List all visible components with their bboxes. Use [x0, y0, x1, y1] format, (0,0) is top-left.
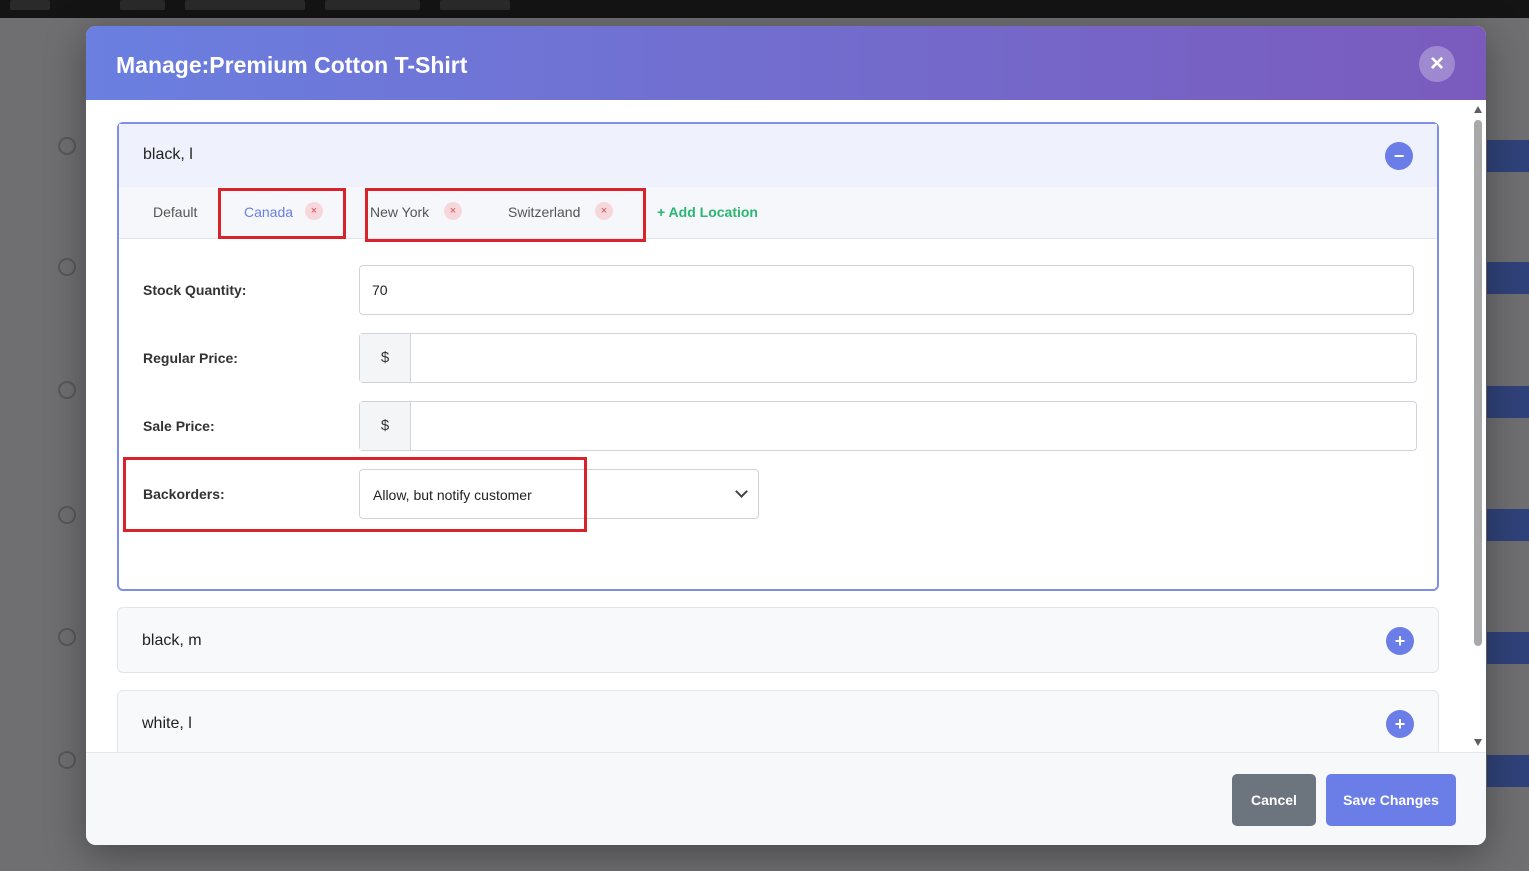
expand-icon[interactable]: + — [1386, 710, 1414, 738]
manage-modal: Manage:Premium Cotton T-Shirt × black, l… — [86, 26, 1486, 845]
variation-header[interactable]: white, l + — [118, 691, 1438, 752]
remove-new-york-icon[interactable]: × — [444, 202, 462, 220]
remove-canada-icon[interactable]: × — [305, 202, 323, 220]
tab-canada[interactable]: Canada — [244, 204, 293, 220]
currency-prefix: $ — [360, 334, 411, 382]
tab-default[interactable]: Default — [153, 204, 197, 220]
expand-icon[interactable]: + — [1386, 627, 1414, 655]
bg-action-button — [1487, 262, 1529, 294]
remove-switzerland-icon[interactable]: × — [595, 202, 613, 220]
cancel-button[interactable]: Cancel — [1232, 774, 1316, 826]
bg-action-button — [1487, 140, 1529, 172]
regular-price-group: $ — [359, 333, 1417, 383]
tab-new-york[interactable]: New York — [370, 204, 429, 220]
backorders-select[interactable]: Allow, but notify customer — [359, 469, 759, 519]
sale-price-label: Sale Price: — [143, 418, 215, 434]
variation-panel: white, l + — [117, 690, 1439, 752]
bg-action-button — [1487, 386, 1529, 418]
modal-body: black, l − Default Canada × New York × S… — [86, 100, 1486, 752]
scroll-up-icon[interactable] — [1474, 106, 1482, 113]
tab-switzerland[interactable]: Switzerland — [508, 204, 580, 220]
bg-action-button — [1487, 509, 1529, 541]
bg-checkbox — [58, 628, 76, 646]
variation-panel: black, l − Default Canada × New York × S… — [117, 122, 1439, 591]
currency-prefix: $ — [360, 402, 411, 450]
modal-header: Manage:Premium Cotton T-Shirt × — [86, 26, 1486, 100]
variation-header[interactable]: black, m + — [118, 608, 1438, 671]
location-tabs: Default Canada × New York × Switzerland … — [119, 187, 1437, 239]
bg-checkbox — [58, 506, 76, 524]
collapse-icon[interactable]: − — [1385, 142, 1413, 170]
stock-quantity-label: Stock Quantity: — [143, 282, 247, 298]
bg-checkbox — [58, 258, 76, 276]
admin-bar — [0, 0, 1529, 18]
close-icon[interactable]: × — [1419, 46, 1455, 82]
variation-title: white, l — [142, 715, 192, 732]
variation-title: black, m — [142, 632, 202, 649]
backorders-label: Backorders: — [143, 486, 225, 502]
sale-price-group: $ — [359, 401, 1417, 451]
variation-panel: black, m + — [117, 607, 1439, 673]
sale-price-input[interactable] — [411, 402, 1415, 450]
bg-action-button — [1487, 755, 1529, 787]
add-location-link[interactable]: + Add Location — [657, 204, 758, 220]
modal-scrollbar[interactable] — [1474, 106, 1482, 746]
stock-quantity-input[interactable] — [359, 265, 1414, 315]
chevron-down-icon — [735, 485, 748, 498]
variation-title: black, l — [143, 146, 193, 163]
scroll-down-icon[interactable] — [1474, 739, 1482, 746]
save-changes-button[interactable]: Save Changes — [1326, 774, 1456, 826]
variation-header[interactable]: black, l − — [119, 124, 1437, 187]
bg-checkbox — [58, 137, 76, 155]
modal-footer: Cancel Save Changes — [86, 752, 1486, 845]
regular-price-input[interactable] — [411, 334, 1415, 382]
bg-checkbox — [58, 751, 76, 769]
backorders-selected-value: Allow, but notify customer — [373, 487, 532, 503]
modal-title: Manage:Premium Cotton T-Shirt — [116, 52, 468, 78]
bg-checkbox — [58, 381, 76, 399]
regular-price-label: Regular Price: — [143, 350, 238, 366]
bg-action-button — [1487, 632, 1529, 664]
scroll-thumb[interactable] — [1474, 120, 1482, 646]
